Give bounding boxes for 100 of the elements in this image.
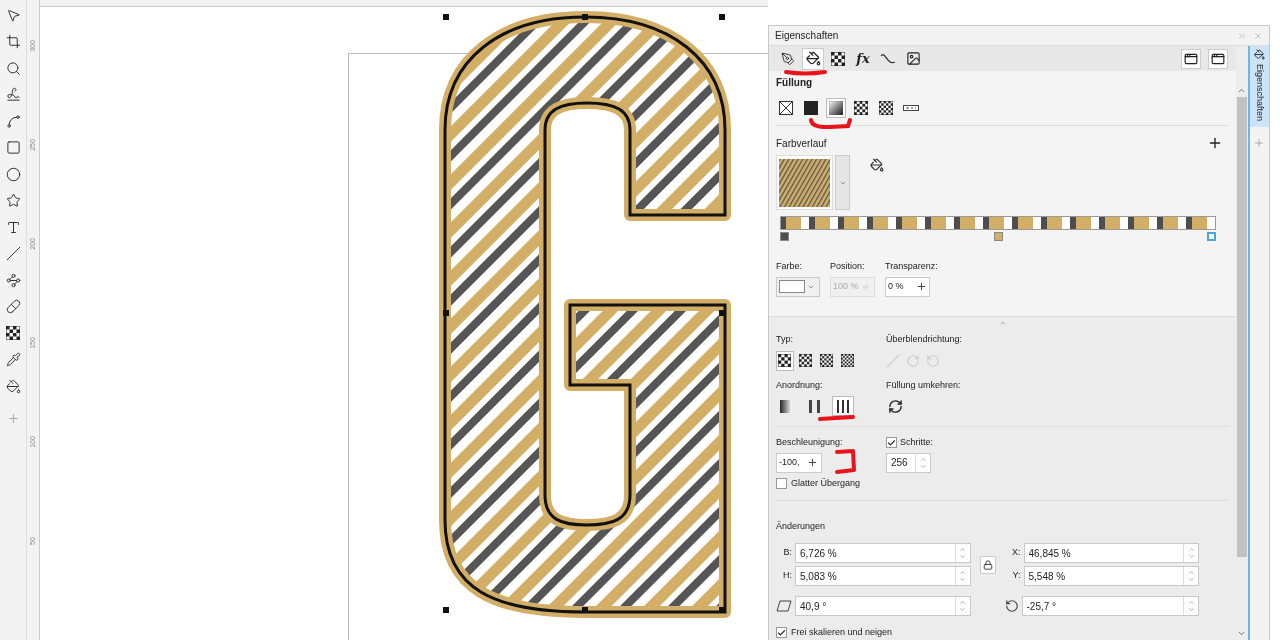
spin-box[interactable]: 40,9 ° — [795, 596, 971, 616]
frame-button[interactable] — [1181, 48, 1201, 69]
checkerboard-icon — [6, 326, 20, 340]
spin-box[interactable]: 256 — [886, 452, 931, 473]
side-tab[interactable]: Eigenschaften — [1249, 46, 1269, 128]
selection-handle[interactable] — [719, 14, 725, 20]
gradient-type-button[interactable] — [776, 350, 794, 371]
crop-icon — [5, 34, 21, 49]
fill-type-button[interactable] — [801, 98, 821, 118]
connector-icon — [5, 272, 21, 288]
striped-swatch-icon — [779, 158, 830, 207]
annotation-stroke — [818, 415, 855, 421]
slider-box[interactable]: -100, — [776, 452, 822, 473]
tool-button[interactable] — [3, 377, 23, 395]
selection-handle[interactable] — [719, 607, 725, 613]
fill-type-button[interactable] — [851, 98, 871, 118]
spin-down-icon — [959, 606, 966, 613]
color-stop[interactable] — [993, 232, 1003, 241]
gradient-preview[interactable] — [776, 155, 833, 210]
selection-handle[interactable] — [443, 310, 449, 316]
checkbox[interactable] — [886, 437, 897, 449]
lock-icon — [982, 559, 993, 570]
paint-bucket-icon — [805, 51, 821, 66]
panel-tab[interactable]: fx — [852, 47, 874, 70]
gradient-bar[interactable] — [780, 216, 1216, 230]
dimension-field[interactable]: 5,083 % — [796, 567, 955, 585]
spin-up-icon — [1187, 599, 1195, 606]
field-label: X: — [1011, 546, 1021, 560]
checkbox-label: Schritte: — [900, 436, 933, 449]
arrangement-button[interactable] — [832, 396, 854, 416]
scrollbar[interactable] — [1236, 46, 1248, 640]
spin-down-icon — [1187, 553, 1195, 560]
selection-handle[interactable] — [719, 310, 725, 316]
checkbox[interactable] — [776, 627, 787, 639]
spin-box[interactable]: 5,083 % — [795, 566, 971, 586]
field-label: B: — [782, 546, 792, 560]
position-value-field[interactable]: 5,548 % — [1024, 567, 1183, 585]
field-label: Überblendrichtung: — [886, 333, 963, 346]
add-icon — [1207, 135, 1223, 151]
freehand-icon — [5, 87, 21, 102]
checkbox-label: Frei skalieren und neigen — [791, 626, 893, 639]
rectangle-icon — [5, 140, 21, 155]
star-icon — [5, 193, 21, 208]
close-icon — [1253, 30, 1263, 41]
spin-box[interactable]: -25,7 ° — [1021, 596, 1199, 616]
skew-field[interactable]: 40,9 ° — [796, 597, 955, 615]
selection-handle[interactable] — [443, 14, 449, 20]
search-icon — [5, 60, 21, 76]
checkerboard-icon — [831, 51, 845, 66]
fill-type-button[interactable] — [776, 98, 796, 118]
triple-bar-icon — [836, 399, 850, 413]
window-icon — [1184, 51, 1198, 66]
section-heading: Füllung — [776, 76, 814, 90]
spin-box[interactable]: 5,548 % — [1023, 566, 1199, 586]
spin-up-icon — [959, 569, 966, 576]
selection-handle[interactable] — [582, 14, 588, 20]
transparency-field[interactable]: 0 % — [886, 279, 916, 294]
checkerboard-icon — [778, 354, 792, 367]
annotation-stroke — [835, 449, 856, 474]
spin-up-icon — [959, 546, 966, 553]
paint-bucket-icon — [870, 158, 884, 172]
acceleration-field[interactable]: -100, — [777, 455, 807, 470]
eyedropper-icon — [5, 352, 21, 367]
selection-handle[interactable] — [582, 607, 588, 613]
tool-button[interactable] — [3, 324, 23, 342]
scroll-up-icon — [1237, 86, 1247, 95]
spin-up-icon — [1187, 569, 1195, 576]
checkerboard-icon — [819, 354, 833, 367]
selection-handle[interactable] — [443, 607, 449, 613]
scrollbar-thumb[interactable] — [1236, 97, 1247, 557]
field-label: Position: — [830, 260, 866, 273]
field-label: Typ: — [776, 333, 794, 346]
add-icon — [1253, 137, 1266, 150]
lock-button[interactable] — [979, 555, 996, 574]
texture-pattern-icon — [879, 101, 893, 115]
color-stop[interactable] — [1207, 232, 1216, 241]
color-stop[interactable] — [780, 232, 789, 241]
slider-box[interactable]: 0 % — [885, 276, 930, 297]
spin-box[interactable]: 46,845 % — [1023, 543, 1199, 563]
pen-nib-icon — [781, 51, 795, 66]
color-picker[interactable] — [776, 276, 820, 297]
checkbox-label: Glatter Übergang — [791, 476, 861, 490]
color-swatch — [779, 280, 805, 293]
field-label: H: — [782, 569, 792, 583]
reverse-icon — [888, 399, 903, 414]
spin-box[interactable]: 6,726 % — [795, 543, 971, 563]
panel-title: Eigenschaften — [775, 29, 839, 43]
fill-type-button[interactable] — [876, 98, 896, 118]
dimension-field[interactable]: 6,726 % — [796, 544, 955, 562]
check-icon — [887, 437, 896, 448]
panel-tab[interactable] — [802, 47, 824, 70]
ellipse-icon — [5, 166, 21, 182]
preview-button[interactable] — [1208, 48, 1228, 69]
checkbox[interactable] — [776, 477, 787, 489]
spin-up-icon — [959, 599, 966, 606]
fill-type-button[interactable] — [826, 98, 846, 118]
steps-field[interactable]: 256 — [887, 453, 915, 472]
rotation-field[interactable]: -25,7 ° — [1022, 597, 1183, 615]
section-heading: Änderungen — [776, 521, 826, 531]
position-value-field[interactable]: 46,845 % — [1024, 544, 1183, 562]
